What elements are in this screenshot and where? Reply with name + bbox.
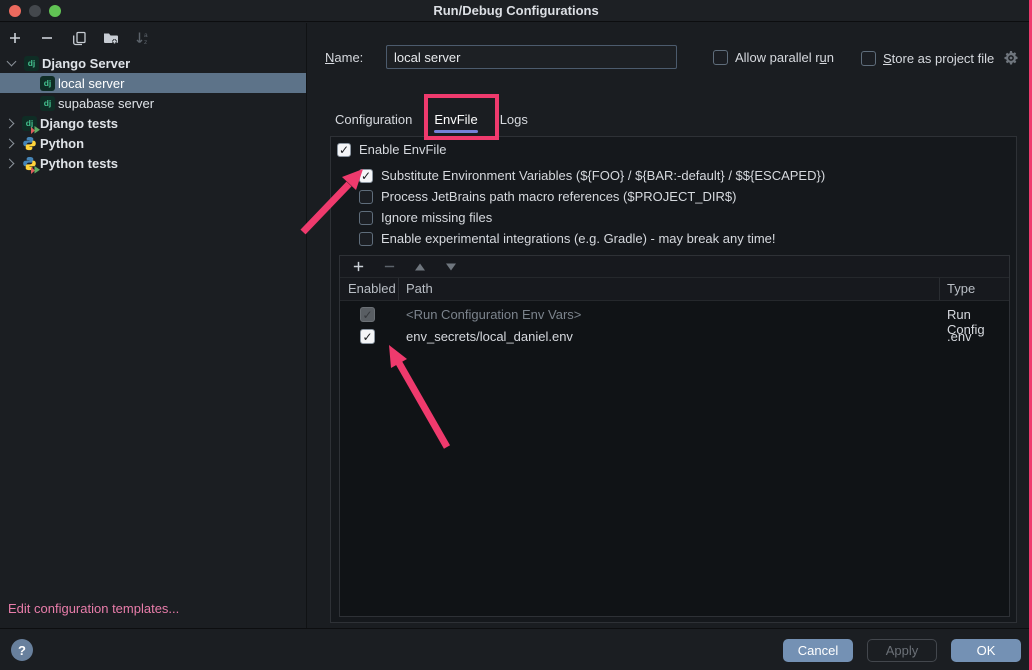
edit-configuration-templates-link[interactable]: Edit configuration templates...	[8, 601, 179, 616]
enable-envfile-checkbox[interactable]: ✓ Enable EnvFile	[337, 142, 446, 157]
sidebar-toolbar: az	[0, 23, 306, 53]
tree-item-local-server[interactable]: dj local server	[0, 73, 306, 93]
allow-parallel-run-label: Allow parallel run	[735, 50, 834, 65]
env-files-table: Enabled Path Type ✓ <Run Configuration E…	[339, 255, 1010, 617]
store-as-project-file-checkbox[interactable]: Store as project file	[861, 50, 1020, 66]
tree-item-python-tests[interactable]: Python tests	[0, 153, 306, 173]
title-bar: Run/Debug Configurations	[0, 0, 1032, 22]
sort-alphabetically-icon: az	[133, 28, 153, 48]
checkbox-unchecked[interactable]	[713, 50, 728, 65]
env-files-table-toolbar	[340, 256, 1009, 278]
django-icon: dj	[40, 76, 55, 91]
config-tabs: Configuration EnvFile Logs	[324, 104, 539, 134]
svg-text:a: a	[144, 32, 148, 39]
tree-item-django-server[interactable]: dj Django Server	[0, 53, 306, 73]
cancel-button[interactable]: Cancel	[783, 639, 853, 662]
chevron-down-icon[interactable]	[7, 57, 17, 67]
window-title: Run/Debug Configurations	[0, 3, 1032, 18]
move-down-icon	[441, 257, 461, 277]
django-icon: dj	[40, 96, 55, 111]
remove-icon[interactable]	[37, 28, 57, 48]
enable-experimental-integrations-checkbox[interactable]: Enable experimental integrations (e.g. G…	[359, 231, 776, 246]
configurations-tree: dj Django Server dj local server dj supa…	[0, 53, 306, 173]
chevron-right-icon[interactable]	[5, 158, 15, 168]
ok-button[interactable]: OK	[951, 639, 1021, 662]
column-enabled[interactable]: Enabled	[348, 281, 396, 296]
table-row-env-secrets-file[interactable]: ✓ env_secrets/local_daniel.env .env	[340, 326, 1009, 348]
checkbox-checked[interactable]: ✓	[337, 143, 351, 157]
move-up-icon	[410, 257, 430, 277]
tab-logs[interactable]: Logs	[489, 104, 539, 134]
name-label: Name:	[325, 50, 363, 65]
store-as-project-file-label: Store as project file	[883, 51, 994, 66]
env-files-table-header: Enabled Path Type	[340, 278, 1009, 301]
python-tests-icon	[22, 156, 37, 171]
run-debug-configurations-dialog: { "window": { "title": "Run/Debug Config…	[0, 0, 1032, 670]
column-type[interactable]: Type	[947, 281, 975, 296]
gear-icon[interactable]	[1003, 50, 1020, 66]
django-tests-icon: dj	[22, 116, 37, 131]
apply-button: Apply	[867, 639, 937, 662]
allow-parallel-run-checkbox[interactable]: Allow parallel run	[713, 50, 834, 65]
checkbox-checked[interactable]: ✓	[360, 329, 375, 344]
checkbox-unchecked[interactable]	[861, 51, 876, 66]
configurations-sidebar: az dj Django Server dj local server dj s…	[0, 23, 307, 628]
column-path[interactable]: Path	[406, 281, 433, 296]
remove-env-file-icon	[379, 257, 399, 277]
tree-item-django-tests[interactable]: dj Django tests	[0, 113, 306, 133]
chevron-right-icon[interactable]	[5, 138, 15, 148]
tree-item-supabase-server[interactable]: dj supabase server	[0, 93, 306, 113]
process-jetbrains-path-macro-checkbox[interactable]: Process JetBrains path macro references …	[359, 189, 736, 204]
new-folder-icon[interactable]	[101, 28, 121, 48]
svg-text:z: z	[144, 39, 147, 45]
checkbox-checked-disabled: ✓	[360, 307, 375, 322]
checkbox-unchecked[interactable]	[359, 232, 373, 246]
add-env-file-icon[interactable]	[348, 257, 368, 277]
envfile-tab-panel: ✓ Enable EnvFile ✓ Substitute Environmen…	[330, 136, 1017, 623]
tab-envfile[interactable]: EnvFile	[423, 104, 488, 134]
checkbox-unchecked[interactable]	[359, 211, 373, 225]
help-button[interactable]: ?	[11, 639, 33, 661]
python-icon	[22, 136, 37, 151]
table-row-run-config-env-vars[interactable]: ✓ <Run Configuration Env Vars> Run Confi…	[340, 304, 1009, 326]
chevron-right-icon[interactable]	[5, 118, 15, 128]
name-input[interactable]	[386, 45, 677, 69]
django-icon: dj	[24, 56, 39, 71]
tab-configuration[interactable]: Configuration	[324, 104, 423, 134]
ignore-missing-files-checkbox[interactable]: Ignore missing files	[359, 210, 492, 225]
tree-item-python[interactable]: Python	[0, 133, 306, 153]
checkbox-unchecked[interactable]	[359, 190, 373, 204]
add-icon[interactable]	[5, 28, 25, 48]
footer: ? Cancel Apply OK	[0, 629, 1032, 670]
copy-configuration-icon[interactable]	[69, 28, 89, 48]
substitute-environment-variables-checkbox[interactable]: ✓ Substitute Environment Variables (${FO…	[359, 168, 825, 183]
checkbox-checked[interactable]: ✓	[359, 169, 373, 183]
